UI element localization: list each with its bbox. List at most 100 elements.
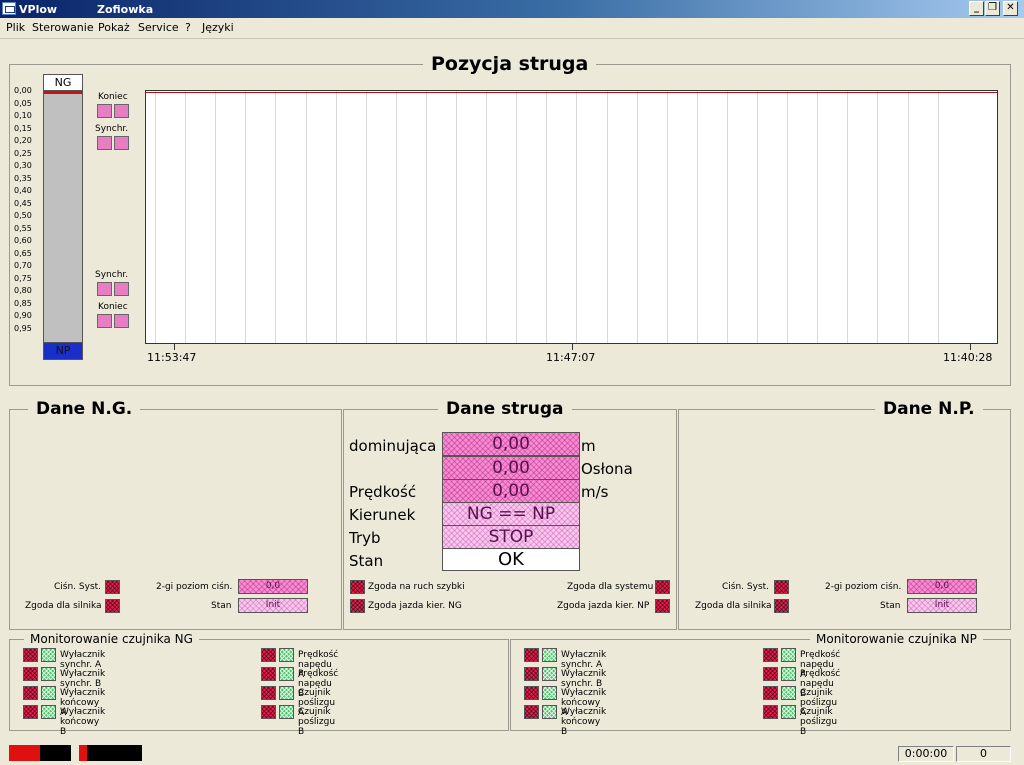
monitor-red-indicator [763, 686, 778, 700]
monitor-green-indicator [542, 686, 557, 700]
row-label-stan: Stan [349, 552, 384, 570]
zgoda-systemu-label: Zgoda dla systemu [567, 582, 654, 592]
zgoda-ruch-label: Zgoda na ruch szybki [368, 582, 465, 592]
grid-line [185, 91, 187, 343]
scale-label: 0,55 [14, 223, 32, 233]
monitor-red-indicator [763, 667, 778, 681]
monitor-red-indicator [763, 705, 778, 719]
app-icon[interactable] [2, 2, 16, 15]
grid-line [877, 91, 879, 343]
grid-line [456, 91, 457, 343]
menu-sterowanie[interactable]: Sterowanie [32, 21, 94, 34]
position-trend-chart[interactable] [145, 90, 998, 344]
value-kierunek: NG == NP [442, 502, 580, 526]
scale-label: 0,60 [14, 236, 32, 245]
np-zgoda-label: Zgoda dla silnika [695, 601, 772, 611]
value-oslona: 0,00 [442, 456, 580, 480]
scale-label: 0,10 [14, 111, 32, 120]
zgoda-jazda-np-label: Zgoda jazda kier. NP [557, 601, 650, 611]
monitor-green-indicator [781, 648, 796, 662]
ng-poziom-label: 2-gi poziom ciśn. [156, 582, 233, 592]
monitor-red-indicator [763, 648, 778, 662]
grid-line [155, 91, 156, 343]
scale-label: 0,65 [14, 248, 32, 258]
restore-icon[interactable]: ❐ [985, 1, 1000, 16]
scale-label: 0,35 [14, 173, 32, 183]
scale-label: 0,75 [14, 273, 32, 283]
synchr-top-b-indicator [114, 136, 129, 150]
monitor-red-indicator [23, 705, 38, 719]
center-data-title: Dane struga [438, 399, 572, 419]
grid-line [666, 91, 668, 343]
scale-label: 0,85 [14, 298, 32, 308]
close-icon[interactable]: ✕ [1003, 1, 1018, 16]
menu-plik[interactable]: Plik [6, 21, 25, 34]
time-label-center: 11:47:07 [546, 351, 596, 364]
monitor-green-indicator [781, 686, 796, 700]
np-cisn-indicator [774, 580, 789, 594]
time-label-right: 11:40:28 [943, 351, 993, 364]
monitor-green-indicator [41, 686, 56, 700]
monitor-red-indicator [23, 648, 38, 662]
value-dominujaca: 0,00 [442, 432, 580, 456]
unit-dominujaca: m [581, 437, 596, 455]
menu-service[interactable]: Service [138, 21, 179, 34]
monitor-green-indicator [781, 705, 796, 719]
grid-line [636, 91, 638, 343]
ng-stan-label: Stan [211, 601, 232, 611]
scale-label: 0,70 [14, 261, 32, 270]
grid-line [395, 91, 397, 343]
row-label-tryb: Tryb [349, 529, 381, 547]
menu-jezyki[interactable]: Języki [202, 21, 234, 34]
unit-oslona: Osłona [581, 460, 633, 478]
synchr-bottom-a-indicator [97, 282, 112, 296]
tick-1 [174, 344, 175, 350]
synchr-bottom-b-indicator [114, 282, 129, 296]
minimize-icon[interactable]: _ [969, 1, 984, 16]
status-progress-2 [79, 745, 142, 761]
grid-line [576, 91, 578, 343]
position-marker [44, 91, 82, 94]
zgoda-jazda-np-indicator [655, 599, 670, 613]
value-tryb: STOP [442, 525, 580, 549]
monitor-red-indicator [261, 648, 276, 662]
menu-help[interactable]: ? [185, 21, 191, 34]
monitor-red-indicator [524, 667, 539, 681]
grid-line [696, 91, 698, 343]
monitor-ng-title: Monitorowanie czujnika NG [24, 632, 199, 646]
monitor-label: Wyłacznik synchr. B [561, 669, 607, 689]
monitor-green-indicator [279, 686, 294, 700]
menu-pokaz[interactable]: Pokaż [98, 21, 130, 34]
grid-line [365, 91, 367, 343]
grid-line [757, 91, 758, 343]
monitor-green-indicator [41, 648, 56, 662]
monitor-green-indicator [542, 705, 557, 719]
np-cisn-label: Ciśn. Syst. [722, 582, 770, 592]
grid-line [817, 91, 819, 343]
ng-cisn-indicator [105, 580, 120, 594]
position-title: Pozycja struga [423, 53, 597, 75]
monitor-label: Wyłacznik synchr. B [60, 669, 106, 689]
grid-line [907, 91, 909, 343]
np-poziom-value: 0,0 [907, 579, 977, 594]
unit-predkosc: m/s [581, 483, 609, 501]
zgoda-ruch-indicator [350, 580, 365, 594]
grid-line [275, 91, 277, 343]
grid-line [937, 91, 939, 343]
monitor-red-indicator [23, 667, 38, 681]
ng-bar-label: NG [43, 74, 83, 91]
koniec-top-a-indicator [97, 104, 112, 118]
zgoda-systemu-indicator [655, 580, 670, 594]
synchr-top-label: Synchr. [95, 124, 129, 134]
position-bar [43, 74, 83, 360]
monitor-label: Wyłacznik końcowy B [60, 707, 106, 737]
monitor-label: Wyłacznik synchr. A [60, 650, 106, 670]
grid-line [335, 91, 337, 343]
monitor-label: Wyłacznik synchr. A [561, 650, 607, 670]
scale-label: 0,25 [14, 148, 32, 158]
scale-label: 0,20 [14, 136, 32, 145]
scale-label: 0,40 [14, 186, 32, 195]
grid-line [425, 91, 427, 343]
monitor-red-indicator [261, 686, 276, 700]
row-label-dominujaca: dominująca [349, 437, 437, 455]
